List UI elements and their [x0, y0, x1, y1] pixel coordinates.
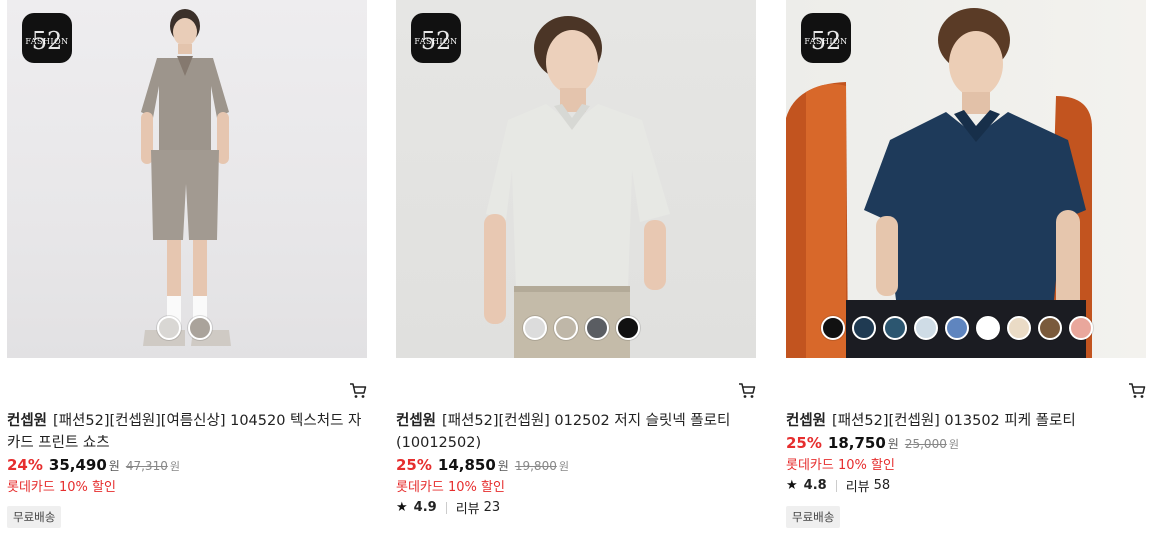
color-swatch[interactable] [1007, 316, 1031, 340]
free-shipping-badge: 무료배송 [7, 506, 62, 528]
card-discount: 롯데카드 10% 할인 [7, 480, 116, 495]
cart-icon[interactable] [1128, 382, 1146, 400]
sale-price: 18,750 [827, 434, 886, 452]
color-swatch[interactable] [616, 316, 640, 340]
color-swatches [821, 316, 1093, 340]
original-price: 25,000 [904, 437, 947, 451]
currency: 원 [948, 438, 959, 451]
color-swatch[interactable] [585, 316, 609, 340]
card-discount: 롯데카드 10% 할인 [786, 458, 895, 473]
discount-rate: 24% [7, 456, 43, 474]
product-card[interactable]: 52 FASHION 컨셉원 [패션52][컨셉원] 012502 저지 슬릿넥 … [396, 0, 756, 517]
product-title[interactable]: 컨셉원 [패션52][컨셉원] 013502 피케 폴로티 [786, 410, 1146, 432]
review-count: 23 [483, 500, 501, 515]
color-swatch[interactable] [883, 316, 907, 340]
brand-name: 컨셉원 [786, 413, 827, 429]
review-label: 리뷰 [455, 502, 480, 517]
price-row: 24% 35,490 원 47,310 원 [7, 456, 180, 474]
color-swatch[interactable] [976, 316, 1000, 340]
color-swatch[interactable] [1038, 316, 1062, 340]
star-icon: ★ [396, 500, 408, 515]
currency: 원 [887, 437, 899, 451]
original-price: 19,800 [514, 459, 557, 473]
product-image[interactable]: 52 FASHION [786, 0, 1146, 358]
color-swatch[interactable] [1069, 316, 1093, 340]
divider [835, 479, 837, 492]
product-name: [패션52][컨셉원] 012502 저지 슬릿넥 폴로티 (10012502) [396, 413, 731, 451]
product-card[interactable]: 52 FASHION 컨셉원 [패션52][컨셉원][여름신상] 104520 … [7, 0, 367, 528]
product-card[interactable]: 52 FASHION 컨셉원 [패션52][컨셉원] 013502 피케 폴로티… [786, 0, 1146, 528]
product-name: [패션52][컨셉원][여름신상] 104520 텍스처드 자카드 프린트 쇼츠 [7, 413, 362, 451]
brand-name: 컨셉원 [7, 413, 48, 429]
product-image[interactable]: 52 FASHION [396, 0, 756, 358]
divider [445, 501, 447, 514]
sale-price: 14,850 [437, 456, 496, 474]
model-illustration [141, 9, 231, 346]
currency: 원 [558, 460, 569, 473]
sale-price: 35,490 [48, 456, 107, 474]
color-swatch[interactable] [821, 316, 845, 340]
color-swatch[interactable] [914, 316, 938, 340]
cart-icon[interactable] [738, 382, 756, 400]
product-name: [패션52][컨셉원] 013502 피케 폴로티 [832, 413, 1076, 429]
currency: 원 [169, 460, 180, 473]
rating-score: 4.9 [413, 500, 437, 515]
star-icon: ★ [786, 478, 798, 493]
color-swatch[interactable] [554, 316, 578, 340]
model-illustration [484, 16, 670, 358]
color-swatch[interactable] [188, 316, 212, 340]
currency: 원 [497, 459, 509, 473]
product-image[interactable]: 52 FASHION [7, 0, 367, 358]
card-discount: 롯데카드 10% 할인 [396, 480, 505, 495]
color-swatches [157, 316, 212, 340]
color-swatch[interactable] [523, 316, 547, 340]
model-illustration [786, 8, 1092, 358]
original-price: 47,310 [125, 459, 168, 473]
color-swatch[interactable] [157, 316, 181, 340]
price-row: 25% 14,850 원 19,800 원 [396, 456, 569, 474]
free-shipping-badge: 무료배송 [786, 506, 841, 528]
color-swatch[interactable] [945, 316, 969, 340]
color-swatches [523, 316, 640, 340]
review-label: 리뷰 [845, 480, 870, 495]
product-title[interactable]: 컨셉원 [패션52][컨셉원] 012502 저지 슬릿넥 폴로티 (100125… [396, 410, 756, 454]
price-row: 25% 18,750 원 25,000 원 [786, 434, 959, 452]
currency: 원 [108, 459, 120, 473]
rating-score: 4.8 [803, 478, 827, 493]
cart-icon[interactable] [349, 382, 367, 400]
brand-name: 컨셉원 [396, 413, 437, 429]
review-count: 58 [873, 478, 891, 493]
discount-rate: 25% [786, 434, 822, 452]
rating-row: ★ 4.9 리뷰 23 [396, 498, 500, 517]
rating-row: ★ 4.8 리뷰 58 [786, 476, 890, 495]
discount-rate: 25% [396, 456, 432, 474]
color-swatch[interactable] [852, 316, 876, 340]
product-title[interactable]: 컨셉원 [패션52][컨셉원][여름신상] 104520 텍스처드 자카드 프린트… [7, 410, 367, 454]
